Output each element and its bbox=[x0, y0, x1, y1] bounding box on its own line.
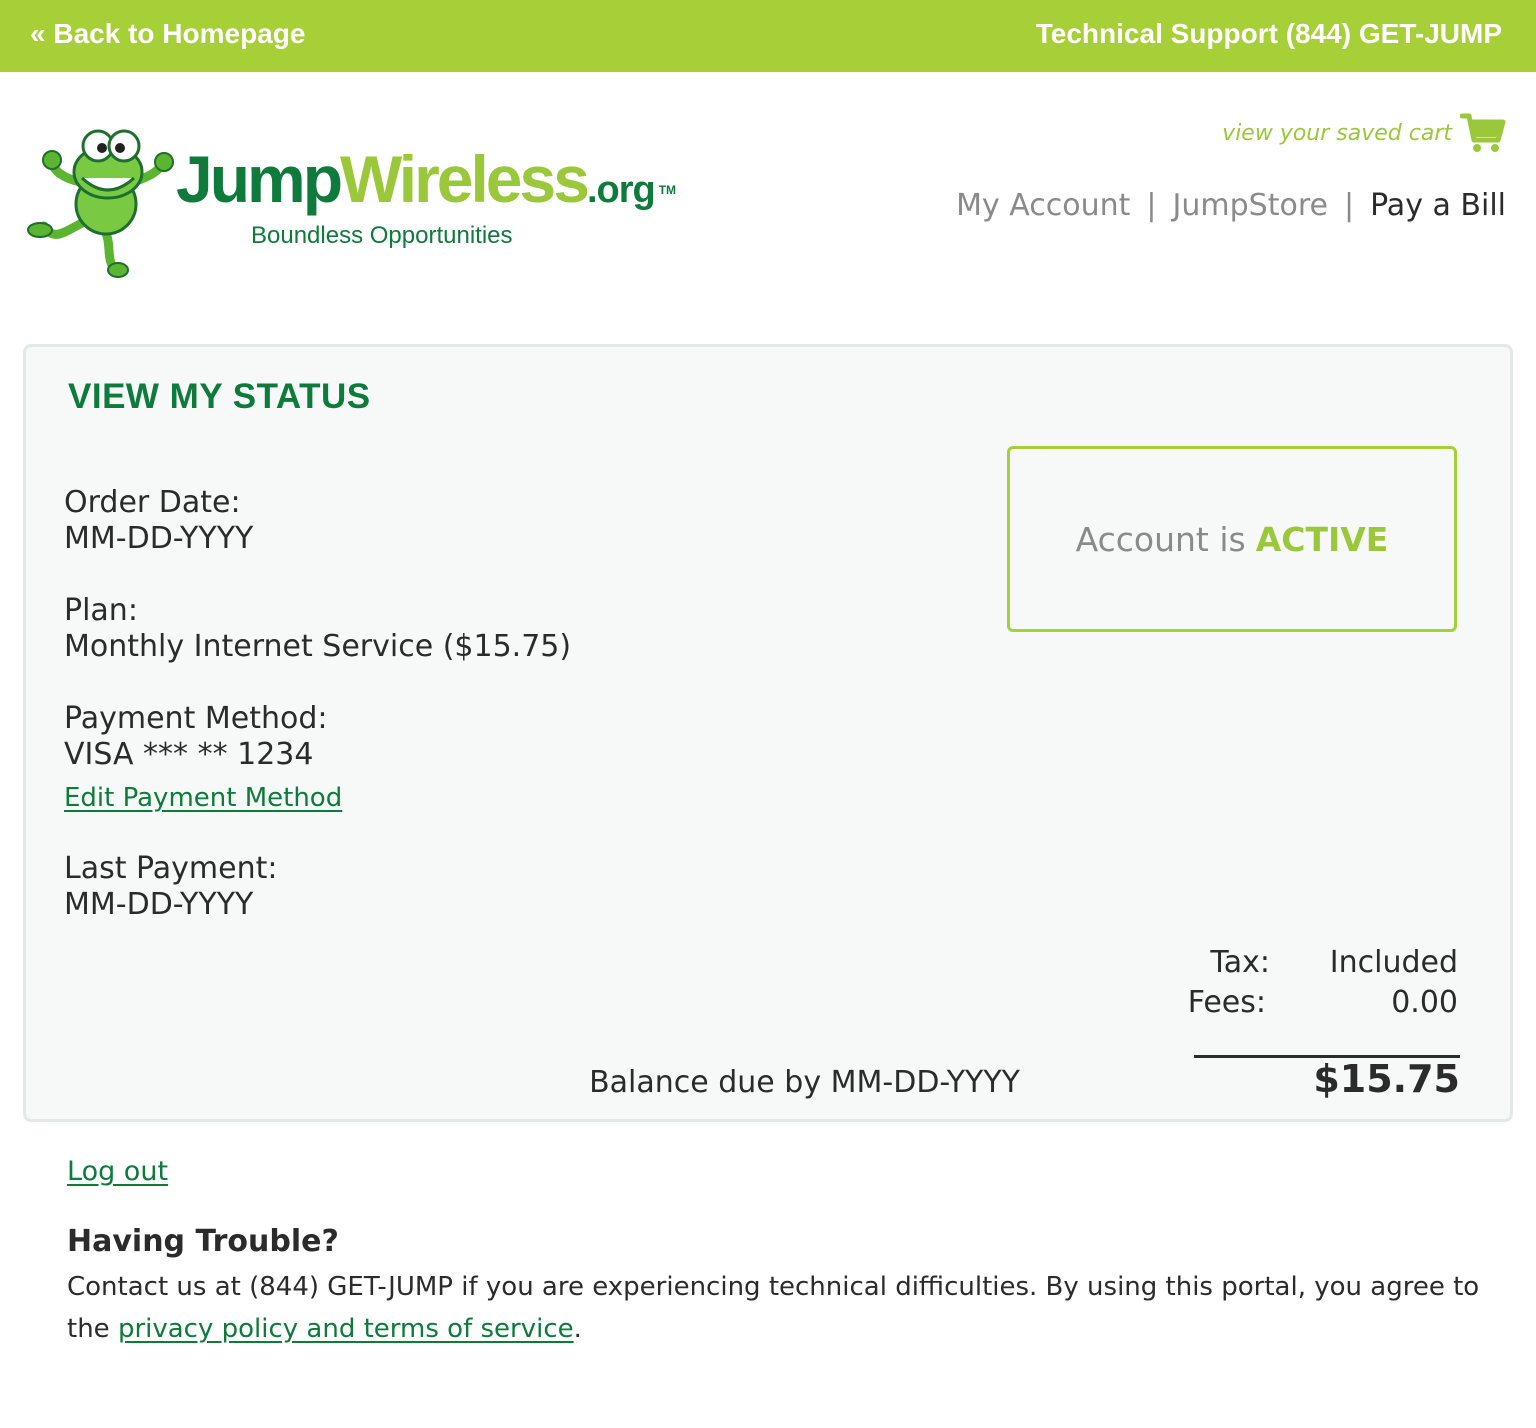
having-trouble-heading: Having Trouble? bbox=[67, 1224, 339, 1259]
order-date-value: MM-DD-YYYY bbox=[64, 521, 254, 556]
balance-due-amount: $15.75 bbox=[1313, 1057, 1460, 1101]
saved-cart-link[interactable]: view your saved cart bbox=[1222, 112, 1506, 154]
payment-method-value: VISA *** ** 1234 bbox=[64, 737, 314, 772]
technical-support-phone: Technical Support (844) GET-JUMP bbox=[1035, 18, 1502, 49]
logout-link[interactable]: Log out bbox=[67, 1156, 168, 1187]
jumpwireless-logo[interactable]: JumpWireless.org TM Boundless Opportuniti… bbox=[24, 118, 684, 280]
payment-method-label: Payment Method: bbox=[64, 701, 328, 736]
nav-pay-a-bill[interactable]: Pay a Bill bbox=[1370, 188, 1506, 223]
help-paragraph: Contact us at (844) GET-JUMP if you are … bbox=[67, 1266, 1487, 1350]
plan-field: Plan: Monthly Internet Service ($15.75) bbox=[64, 593, 571, 665]
last-payment-field: Last Payment: MM-DD-YYYY bbox=[64, 851, 277, 923]
nav-jumpstore[interactable]: JumpStore bbox=[1173, 188, 1328, 223]
nav-separator: | bbox=[1343, 188, 1355, 223]
brand-name-wireless: Wireless bbox=[340, 142, 590, 216]
tax-label: Tax: bbox=[1210, 945, 1270, 980]
brand-name-suffix: .org bbox=[586, 169, 656, 211]
shopping-cart-icon bbox=[1460, 113, 1506, 152]
payment-method-field: Payment Method: VISA *** ** 1234 bbox=[64, 701, 328, 773]
status-panel: VIEW MY STATUS Order Date: MM-DD-YYYY Pl… bbox=[23, 344, 1513, 1122]
top-bar: « Back to Homepage Technical Support (84… bbox=[0, 0, 1536, 72]
account-status-box: Account is ACTIVE bbox=[1007, 446, 1457, 632]
order-date-label: Order Date: bbox=[64, 485, 241, 520]
nav-my-account[interactable]: My Account bbox=[956, 188, 1130, 223]
last-payment-label: Last Payment: bbox=[64, 851, 278, 886]
fees-value: 0.00 bbox=[1391, 985, 1458, 1020]
brand-wordmark: JumpWireless.org TM bbox=[176, 146, 676, 212]
account-status-prefix: Account is bbox=[1075, 519, 1246, 559]
account-status-badge: ACTIVE bbox=[1255, 519, 1389, 559]
plan-value: Monthly Internet Service ($15.75) bbox=[64, 629, 572, 664]
order-date-field: Order Date: MM-DD-YYYY bbox=[64, 485, 253, 557]
balance-due-label: Balance due by MM-DD-YYYY bbox=[589, 1065, 1020, 1100]
main-nav: My Account | JumpStore | Pay a Bill bbox=[956, 188, 1506, 223]
trademark-mark: TM bbox=[658, 183, 677, 197]
panel-title: VIEW MY STATUS bbox=[68, 377, 371, 416]
fees-label: Fees: bbox=[1187, 985, 1266, 1020]
nav-separator: | bbox=[1146, 188, 1157, 223]
edit-payment-method-link[interactable]: Edit Payment Method bbox=[64, 783, 342, 813]
tax-value: Included bbox=[1329, 945, 1458, 980]
saved-cart-label: view your saved cart bbox=[1222, 120, 1452, 146]
brand-name-jump: Jump bbox=[176, 142, 343, 216]
back-to-homepage-link[interactable]: « Back to Homepage bbox=[30, 18, 305, 50]
privacy-terms-link[interactable]: privacy policy and terms of service bbox=[118, 1314, 574, 1344]
frog-mascot-icon bbox=[27, 129, 174, 278]
last-payment-value: MM-DD-YYYY bbox=[64, 887, 254, 922]
plan-label: Plan: bbox=[64, 593, 138, 628]
brand-tagline: Boundless Opportunities bbox=[251, 222, 513, 249]
help-trailing-period: . bbox=[573, 1314, 582, 1344]
